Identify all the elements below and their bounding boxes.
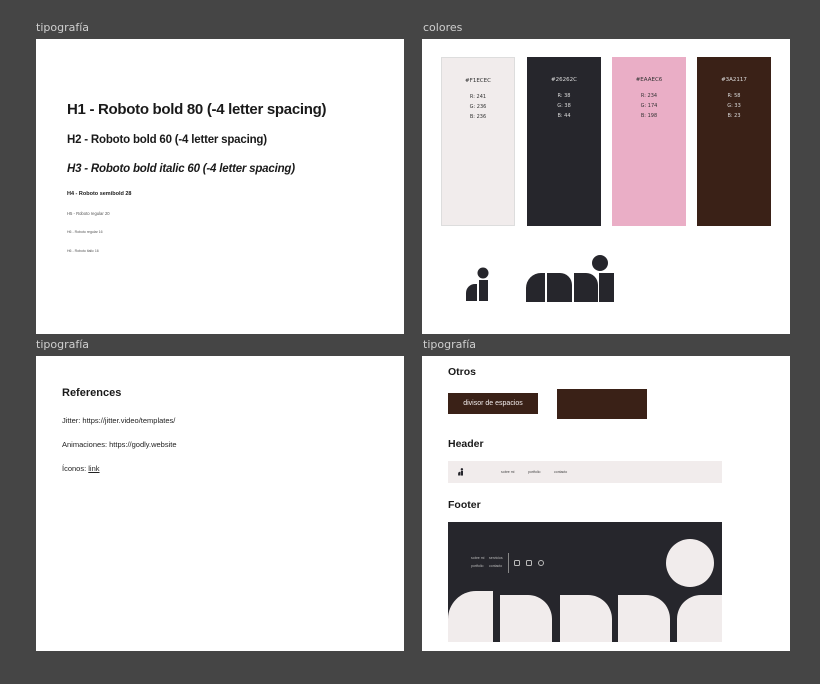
swatch-g: G: 174 [640,103,658,109]
h6-regular-sample: H6 - Roboto regular 16 [67,230,103,234]
swatch-hex: #EAAEC6 [635,77,663,83]
color-swatch-brown: #3A2117 R: 58 G: 33 B: 23 [697,57,771,226]
otros-title: Otros [448,366,477,378]
header-title: Header [448,438,484,450]
swatch-r: R: 241 [469,94,487,100]
frame-label-colors[interactable]: colores [423,21,462,34]
footer-preview: sobre mi servicios portfolio contacto [448,522,722,642]
color-swatch-dark: #26262C R: 38 G: 38 B: 44 [527,57,601,226]
nav-link-sobre-mi[interactable]: sobre mi [501,470,514,474]
reference-iconos-label: Íconos: [62,464,89,473]
header-logo-icon[interactable] [458,468,464,476]
swatch-b: B: 198 [640,113,658,119]
frame-label-references[interactable]: tipografía [36,338,89,351]
h4-sample: H4 - Roboto semibold 28 [67,191,132,197]
swatch-r: R: 58 [727,93,741,99]
swatch-hex: #3A2117 [721,77,747,83]
logo-mark-small [466,267,489,301]
reference-iconos-link[interactable]: link [88,464,99,473]
divider-block [557,389,647,419]
divider-button[interactable]: divisor de espacios [448,393,538,414]
h5-sample: H5 - Roboto regular 20 [67,211,110,216]
h1-sample: H1 - Roboto bold 80 (-4 letter spacing) [67,101,327,118]
reference-animaciones[interactable]: Animaciones: https://godly.website [62,440,177,449]
references-title: References [62,387,122,399]
swatch-hex: #F1ECEC [465,78,491,84]
swatch-b: B: 236 [469,114,487,120]
typography-frame[interactable]: H1 - Roboto bold 80 (-4 letter spacing) … [36,39,404,334]
nav-link-portfolio[interactable]: portfolio [528,470,540,474]
frame-label-typography[interactable]: tipografía [36,21,89,34]
color-swatch-light: #F1ECEC R: 241 G: 236 B: 236 [441,57,515,226]
frame-label-ui[interactable]: tipografía [423,338,476,351]
swatch-g: G: 38 [557,103,571,109]
references-frame[interactable]: References Jitter: https://jitter.video/… [36,356,404,651]
footer-decoration [448,539,722,642]
colors-frame[interactable]: #F1ECEC R: 241 G: 236 B: 236 #26262C R: … [422,39,790,334]
reference-jitter[interactable]: Jitter: https://jitter.video/templates/ [62,416,175,425]
header-preview: sobre mi portfolio contacto [448,461,722,483]
swatch-g: G: 33 [727,103,741,109]
swatch-hex: #26262C [551,77,577,83]
h6-italic-sample: H6 - Roboto italic 16 [67,249,99,253]
swatch-b: B: 23 [727,113,741,119]
swatch-g: G: 236 [469,104,487,110]
ui-components-frame[interactable]: Otros divisor de espacios Header sobre m… [422,356,790,651]
h2-sample: H2 - Roboto bold 60 (-4 letter spacing) [67,134,267,146]
color-swatch-pink: #EAAEC6 R: 234 G: 174 B: 198 [612,57,686,226]
swatch-r: R: 38 [557,93,571,99]
nav-link-contacto[interactable]: contacto [554,470,567,474]
swatch-r: R: 234 [640,93,658,99]
logo-wordmark [526,255,614,302]
footer-title: Footer [448,499,481,511]
swatch-b: B: 44 [557,113,571,119]
reference-iconos: Íconos: link [62,464,100,473]
h3-sample: H3 - Roboto bold italic 60 (-4 letter sp… [67,163,295,175]
